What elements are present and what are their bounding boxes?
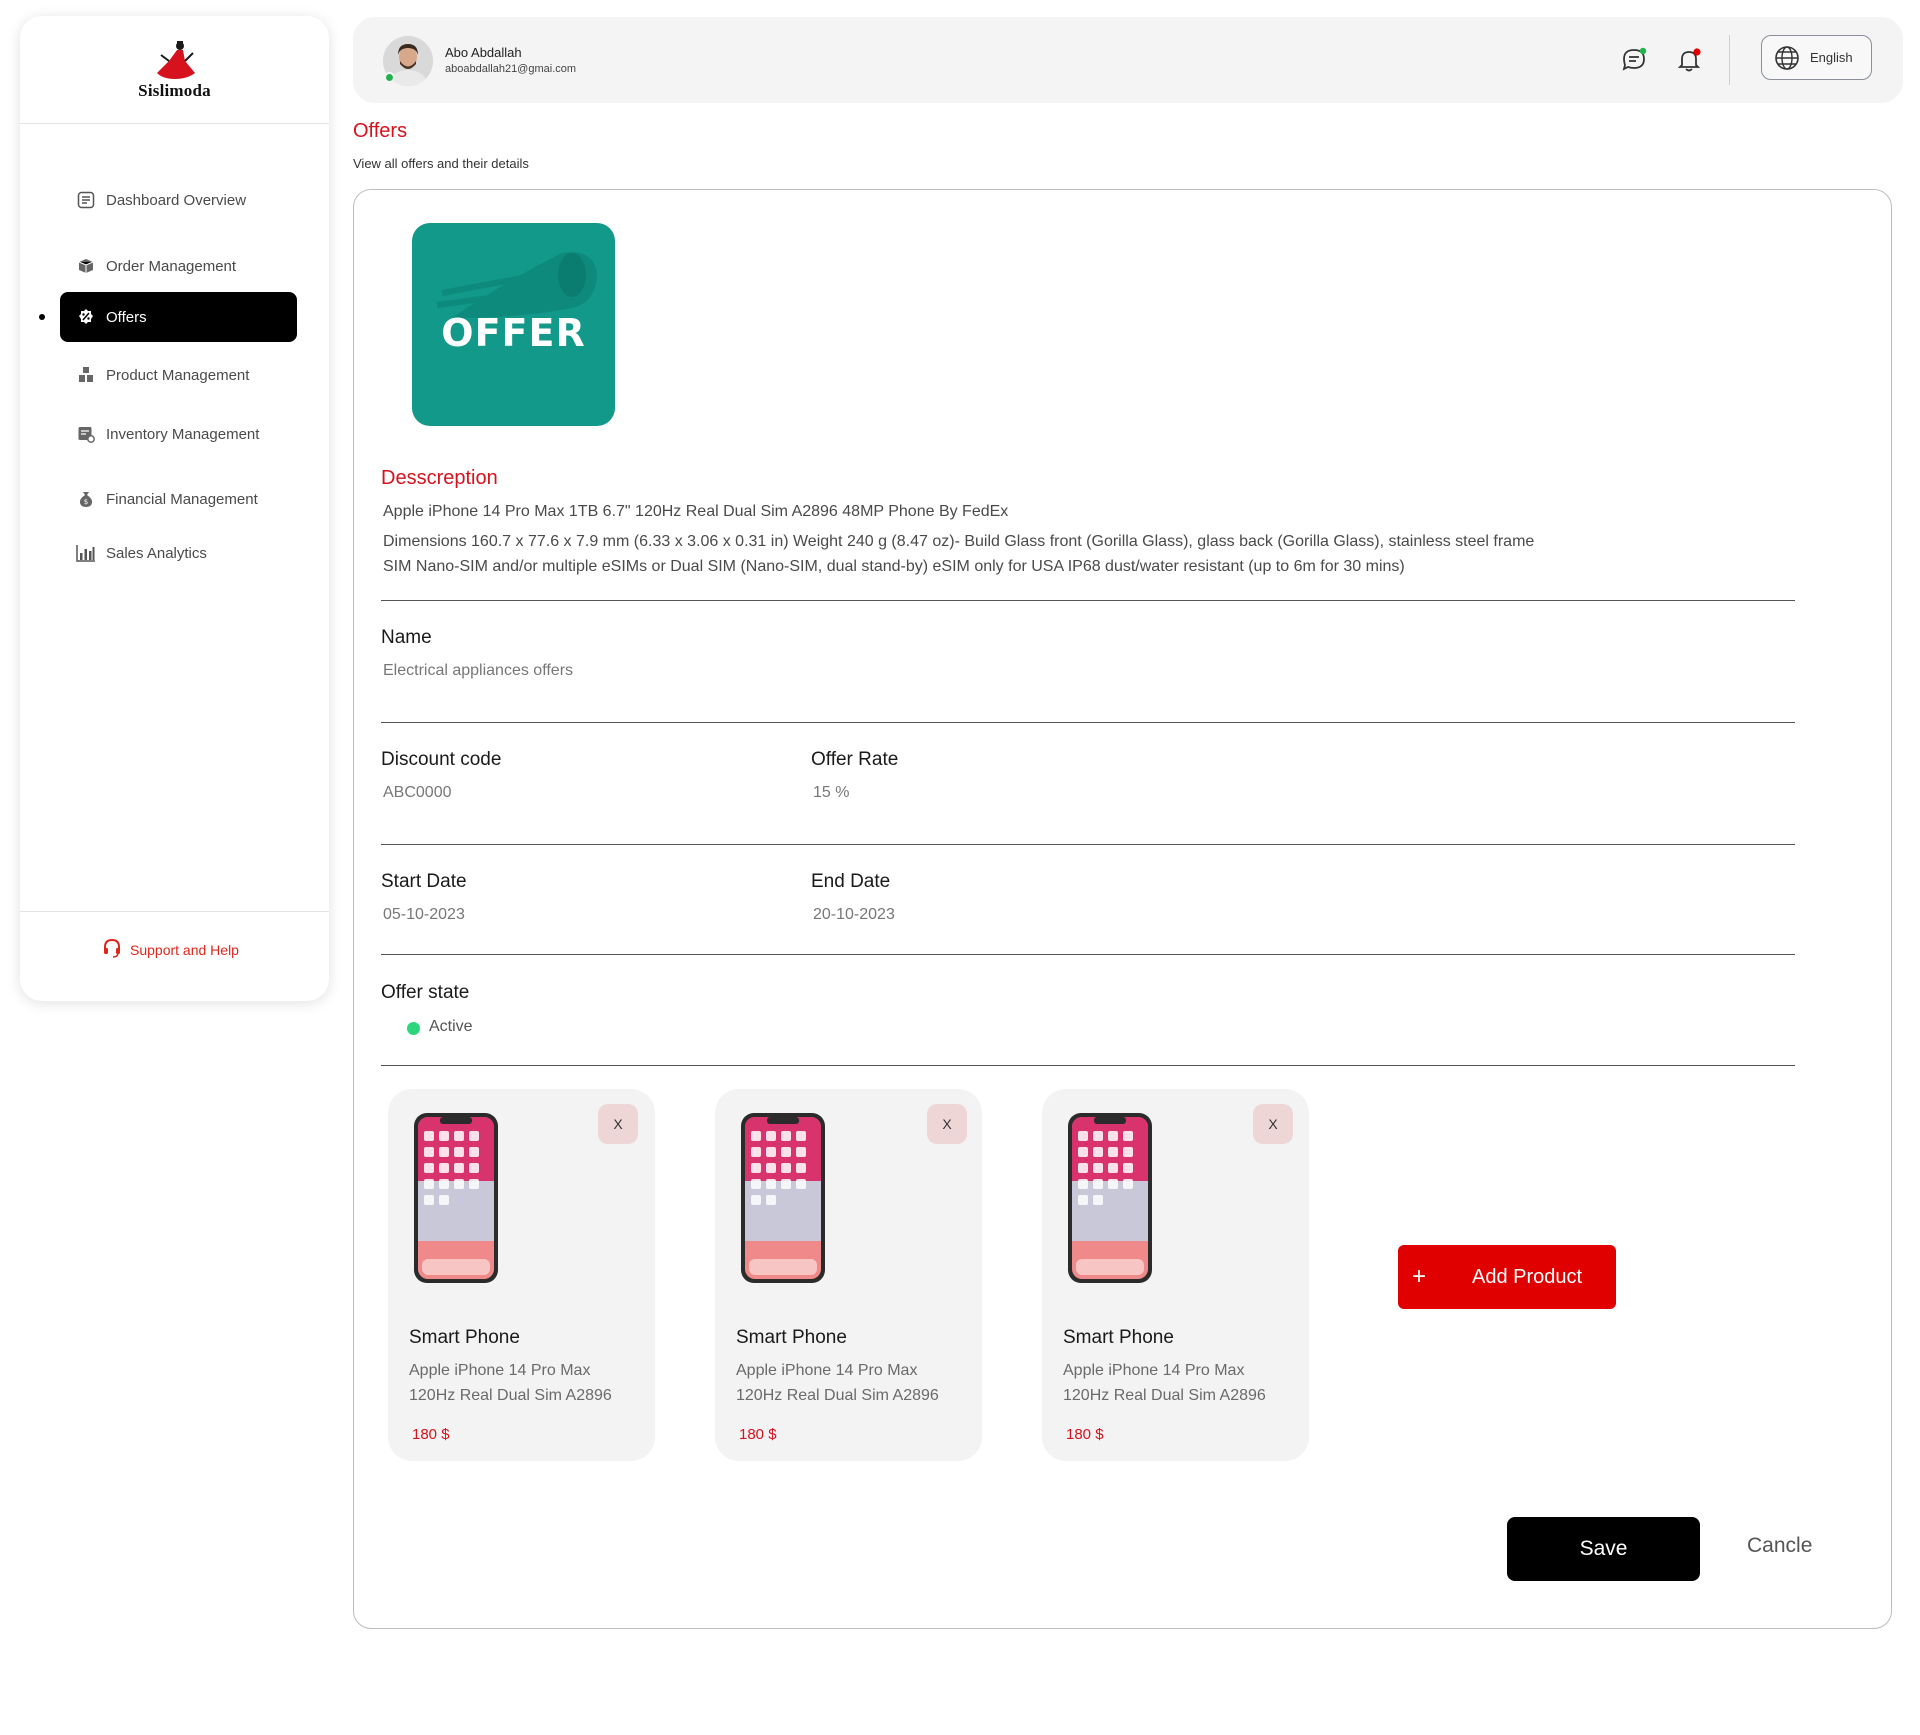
sidebar-item-label: Offers — [106, 308, 147, 326]
offer-state-label: Offer state — [381, 982, 470, 1003]
product-name: Smart Phone — [1063, 1327, 1174, 1348]
support-help-link[interactable]: Support and Help — [102, 938, 239, 961]
sidebar-item-label: Order Management — [106, 257, 237, 275]
offer-rate-label: Offer Rate — [811, 749, 899, 770]
description-line: Apple iPhone 14 Pro Max 1TB 6.7" 120Hz R… — [383, 503, 1009, 520]
sidebar-item-label: Dashboard Overview — [106, 191, 247, 209]
remove-product-button[interactable]: X — [598, 1104, 638, 1144]
language-label: English — [1810, 50, 1853, 65]
offer-details-card: OFFER Desscreption Apple iPhone 14 Pro M… — [353, 189, 1892, 1629]
notifications-button[interactable] — [1672, 43, 1706, 77]
money-bag-icon: $ — [76, 489, 96, 509]
headset-icon — [102, 938, 122, 961]
dashboard-icon — [76, 190, 96, 210]
offer-image: OFFER — [412, 223, 615, 426]
save-button[interactable]: Save — [1507, 1517, 1700, 1581]
divider — [381, 600, 1795, 601]
product-description: Apple iPhone 14 Pro Max — [1063, 1362, 1245, 1379]
description-line: SIM Nano-SIM and/or multiple eSIMs or Du… — [383, 558, 1405, 575]
page-subtitle: View all offers and their details — [353, 156, 529, 171]
sidebar-item-inventory[interactable]: Inventory Management — [60, 409, 297, 459]
smartphone-icon — [1068, 1113, 1152, 1283]
header-divider — [1729, 35, 1730, 85]
sidebar-item-label: Sales Analytics — [106, 544, 207, 562]
discount-icon — [76, 307, 96, 327]
chart-icon — [76, 543, 96, 563]
sidebar-item-analytics[interactable]: Sales Analytics — [60, 528, 297, 578]
product-price: 180 $ — [412, 1426, 450, 1443]
smartphone-icon — [414, 1113, 498, 1283]
smartphone-icon — [741, 1113, 825, 1283]
product-description: 120Hz Real Dual Sim A2896 — [1063, 1387, 1266, 1404]
product-price: 180 $ — [739, 1426, 777, 1443]
sidebar-item-orders[interactable]: Order Management — [60, 241, 297, 291]
end-date-label: End Date — [811, 871, 891, 892]
brand-name: Sislimoda — [138, 80, 211, 100]
remove-product-button[interactable]: X — [1253, 1104, 1293, 1144]
bell-icon — [1677, 48, 1701, 72]
support-help-label: Support and Help — [130, 941, 239, 958]
add-product-label: Add Product — [1472, 1265, 1583, 1288]
divider — [381, 1065, 1795, 1066]
plus-icon: + — [1412, 1263, 1427, 1290]
product-description: 120Hz Real Dual Sim A2896 — [736, 1387, 939, 1404]
product-card[interactable]: X Smart Phone Apple iPhone 14 Pro Max 12… — [388, 1089, 655, 1461]
sidebar-item-dashboard[interactable]: Dashboard Overview — [60, 175, 297, 225]
start-date-value[interactable]: 05-10-2023 — [383, 906, 465, 924]
discount-code-value[interactable]: ABC0000 — [383, 784, 452, 802]
product-card[interactable]: X Smart Phone Apple iPhone 14 Pro Max 12… — [715, 1089, 982, 1461]
product-name: Smart Phone — [736, 1327, 847, 1348]
online-status-dot — [384, 72, 395, 83]
add-product-button[interactable]: + Add Product — [1398, 1245, 1616, 1309]
brand-logo[interactable]: Sislimoda — [20, 16, 329, 124]
messages-button[interactable] — [1617, 43, 1651, 77]
language-selector[interactable]: English — [1761, 35, 1872, 80]
product-card[interactable]: X Smart Phone Apple iPhone 14 Pro Max 12… — [1042, 1089, 1309, 1461]
divider — [381, 844, 1795, 845]
offer-image-text: OFFER — [441, 311, 586, 355]
inventory-icon — [76, 424, 96, 444]
description-line: Dimensions 160.7 x 77.6 x 7.9 mm (6.33 x… — [383, 533, 1535, 550]
top-header: Abo Abdallah aboabdallah21@gmai.com Engl… — [353, 17, 1903, 103]
chat-icon — [1622, 47, 1647, 71]
sidebar-item-financial[interactable]: $ Financial Management — [60, 474, 297, 524]
svg-text:$: $ — [84, 498, 88, 506]
sidebar: Sislimoda Dashboard Overview Order Manag… — [20, 16, 329, 1001]
description-title: Desscreption — [381, 467, 498, 489]
divider — [381, 954, 1795, 955]
page-title: Offers — [353, 120, 408, 142]
product-description: Apple iPhone 14 Pro Max — [736, 1362, 918, 1379]
sidebar-item-offers[interactable]: Offers — [60, 292, 297, 342]
divider — [381, 722, 1795, 723]
user-name: Abo Abdallah — [445, 45, 522, 60]
globe-icon — [1775, 45, 1799, 70]
name-label: Name — [381, 627, 432, 648]
discount-code-label: Discount code — [381, 749, 502, 770]
remove-product-button[interactable]: X — [927, 1104, 967, 1144]
sidebar-item-label: Financial Management — [106, 490, 258, 508]
product-price: 180 $ — [1066, 1426, 1104, 1443]
dancer-logo-icon — [156, 40, 195, 79]
user-email: aboabdallah21@gmai.com — [445, 63, 577, 75]
start-date-label: Start Date — [381, 871, 467, 892]
product-description: 120Hz Real Dual Sim A2896 — [409, 1387, 612, 1404]
products-icon — [76, 365, 96, 385]
product-description: Apple iPhone 14 Pro Max — [409, 1362, 591, 1379]
sidebar-item-label: Product Management — [106, 366, 250, 384]
sidebar-item-label: Inventory Management — [106, 425, 260, 443]
offers-page: Sislimoda Dashboard Overview Order Manag… — [0, 0, 1920, 1735]
end-date-value[interactable]: 20-10-2023 — [813, 906, 895, 924]
active-indicator-dot — [39, 314, 45, 320]
offer-state-value[interactable]: Active — [429, 1018, 473, 1036]
active-status-dot — [407, 1022, 420, 1035]
name-value[interactable]: Electrical appliances offers — [383, 662, 573, 680]
offer-rate-value[interactable]: 15 % — [813, 784, 849, 802]
sidebar-item-products[interactable]: Product Management — [60, 350, 297, 400]
product-name: Smart Phone — [409, 1327, 520, 1348]
boxes-icon — [76, 256, 96, 276]
cancel-button[interactable]: Cancle — [1747, 1534, 1812, 1558]
sidebar-footer: Support and Help — [20, 911, 329, 1001]
